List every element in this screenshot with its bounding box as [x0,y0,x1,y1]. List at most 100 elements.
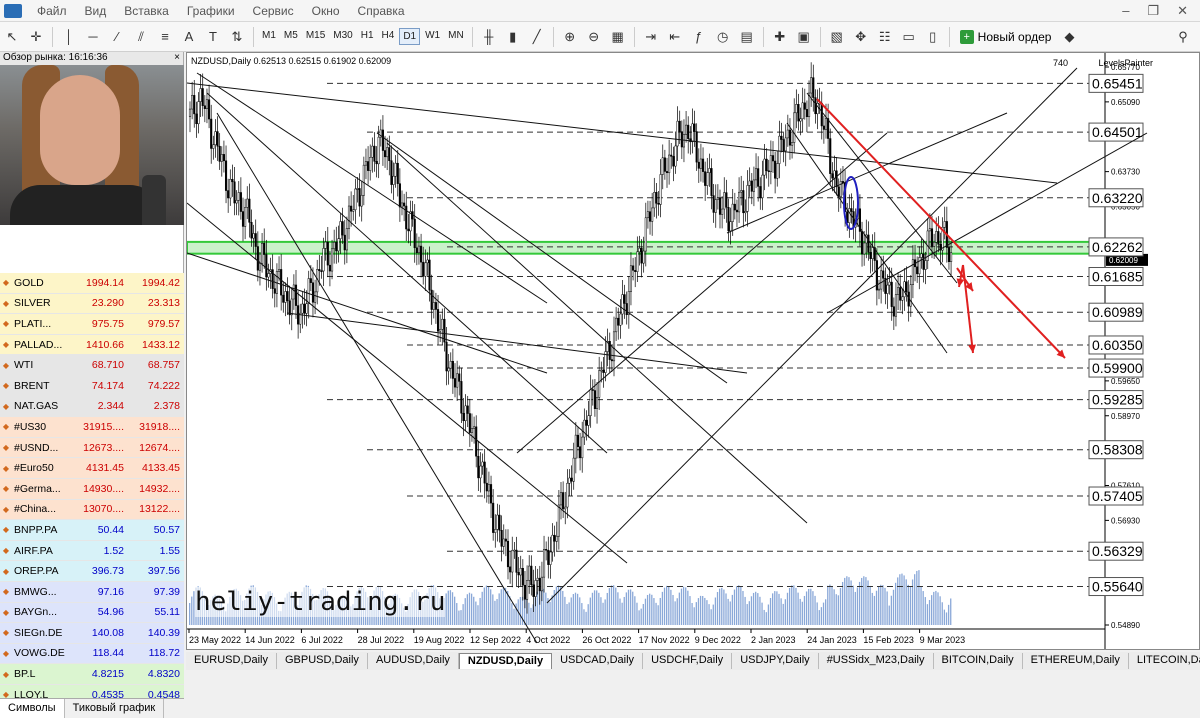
price-chart[interactable]: 0.657700.650900.644100.637300.630500.623… [187,53,1199,649]
new-chart-icon[interactable]: ✚ [771,28,789,46]
timeframe-button-h4[interactable]: H4 [379,28,398,45]
bar-chart-icon[interactable]: ╫ [480,28,498,46]
quote-row[interactable]: ◆ PALLAD... 1410.66 1433.12 [0,334,184,356]
volume-bar [634,596,636,625]
menu-item[interactable]: Файл [28,4,76,18]
arrows-icon[interactable]: ⇅ [228,28,246,46]
timeframe-button-mn[interactable]: MN [445,28,467,45]
quote-row[interactable]: ◆ BMWG... 97.16 97.39 [0,581,184,603]
timeframe-button-d1[interactable]: D1 [399,28,421,45]
quote-row[interactable]: ◆ NAT.GAS 2.344 2.378 [0,396,184,418]
chart-tab[interactable]: GBPUSD,Daily [277,653,368,669]
new-order-button[interactable]: + Новый ордер [954,29,1058,44]
trend-line-icon[interactable]: ⁄ [108,28,126,46]
tile-windows-icon[interactable]: ▦ [609,28,627,46]
vertical-line-icon[interactable]: │ [60,28,78,46]
text-icon[interactable]: A [180,28,198,46]
quote-row[interactable]: ◆ PLATI... 975.75 979.57 [0,314,184,335]
label-icon[interactable]: T [204,28,222,46]
timeframe-button-w1[interactable]: W1 [422,28,443,45]
horizontal-line-icon[interactable]: ─ [84,28,102,46]
quote-row[interactable]: ◆ BRENT 74.174 74.222 [0,375,184,397]
candle-body [511,550,514,573]
zoom-in-icon[interactable]: ⊕ [561,28,579,46]
fibonacci-icon[interactable]: ≡ [156,28,174,46]
chart-tab[interactable]: USDCAD,Daily [552,653,644,669]
candle-body [718,197,722,215]
level-label: 0.58308 [1092,442,1143,458]
timeframe-button-m30[interactable]: M30 [330,28,355,45]
candle-chart-icon[interactable]: ▮ [504,28,522,46]
strategy-tester-icon[interactable]: ▯ [924,28,942,46]
terminal-icon[interactable]: ▭ [900,28,918,46]
autoscroll-icon[interactable]: ⇥ [642,28,660,46]
timeframe-button-m5[interactable]: M5 [281,28,301,45]
search-icon[interactable]: ⚲ [1174,28,1192,46]
app-logo-icon [4,3,22,18]
candle-body [727,207,730,232]
navigator-icon[interactable]: ☷ [876,28,894,46]
menu-item[interactable]: Вставка [115,4,178,18]
menu-item[interactable]: Вид [76,4,116,18]
quote-row[interactable]: ◆ GOLD 1994.14 1994.42 [0,273,184,294]
quote-row[interactable]: ◆ AIRF.PA 1.52 1.55 [0,540,184,562]
timeframe-button-m15[interactable]: M15 [303,28,328,45]
market-tab[interactable]: Тиковый график [65,699,165,718]
zoom-out-icon[interactable]: ⊖ [585,28,603,46]
profiles-icon[interactable]: ▣ [795,28,813,46]
data-window-icon[interactable]: ✥ [852,28,870,46]
menu-item[interactable]: Графики [178,4,244,18]
maximize-icon[interactable]: ❐ [1147,3,1159,19]
quote-row[interactable]: ◆ SIEGn.DE 140.08 140.39 [0,623,184,644]
channel-icon[interactable]: ⫽ [132,28,150,46]
candle-body [413,218,416,249]
templates-icon[interactable]: ▤ [738,28,756,46]
chart-tab[interactable]: #USSidx_M23,Daily [819,653,934,669]
volume-bar [710,609,712,625]
quote-row[interactable]: ◆ VOWG.DE 118.44 118.72 [0,643,184,665]
minimize-icon[interactable]: – [1122,3,1129,19]
quote-row[interactable]: ◆ #US30 31915.... 31918.... [0,417,184,438]
chart-tab[interactable]: USDJPY,Daily [732,653,819,669]
close-panel-icon[interactable]: × [174,52,183,65]
quote-row[interactable]: ◆ BNPP.PA 50.44 50.57 [0,520,184,541]
market-watch-icon[interactable]: ▧ [828,28,846,46]
quote-symbol: BMWG... [14,585,57,598]
chart-shift-icon[interactable]: ⇤ [666,28,684,46]
quote-row[interactable]: ◆ BAYGn... 54.96 55.11 [0,602,184,624]
menu-item[interactable]: Сервис [244,4,303,18]
menu-item[interactable]: Справка [349,4,414,18]
market-tab[interactable]: Символы [0,699,65,718]
quote-ask: 13122.... [139,503,180,516]
close-icon[interactable]: ✕ [1177,3,1188,19]
quote-row[interactable]: ◆ #Germa... 14930.... 14932.... [0,478,184,500]
chart-tab[interactable]: ETHEREUM,Daily [1023,653,1129,669]
candle-body [277,269,281,272]
chart-tab[interactable]: BITCOIN,Daily [934,653,1023,669]
date-tick-label: 9 Mar 2023 [920,635,966,645]
autotrading-icon[interactable]: ◆ [1060,28,1078,46]
chart-tab[interactable]: AUDUSD,Daily [368,653,459,669]
quote-row[interactable]: ◆ OREP.PA 396.73 397.56 [0,561,184,582]
quote-row[interactable]: ◆ #China... 13070.... 13122.... [0,499,184,521]
cursor-icon[interactable]: ↖ [3,28,21,46]
timeframe-button-m1[interactable]: M1 [259,28,279,45]
quote-row[interactable]: ◆ #USND... 12673.... 12674.... [0,437,184,459]
indicators-icon[interactable]: ƒ [690,28,708,46]
crosshair-icon[interactable]: ✛ [27,28,45,46]
quote-row[interactable]: ◆ #Euro50 4131.45 4133.45 [0,458,184,479]
menu-item[interactable]: Окно [303,4,349,18]
timeframe-button-h1[interactable]: H1 [358,28,377,45]
quote-row[interactable]: ◆ SILVER 23.290 23.313 [0,293,184,315]
chart-tab[interactable]: EURUSD,Daily [186,653,277,669]
chart-window[interactable]: 0.657700.650900.644100.637300.630500.623… [186,52,1200,650]
chart-tab[interactable]: NZDUSD,Daily [458,653,553,669]
quote-symbol: PLATI... [14,317,52,330]
chart-tab[interactable]: USDCHF,Daily [643,653,733,669]
quote-row[interactable]: ◆ WTI 68.710 68.757 [0,355,184,376]
periods-icon[interactable]: ◷ [714,28,732,46]
volume-bar [500,589,502,625]
line-chart-icon[interactable]: ╱ [528,28,546,46]
candle-body [714,199,717,213]
chart-tab[interactable]: LITECOIN,Daily [1129,653,1200,669]
